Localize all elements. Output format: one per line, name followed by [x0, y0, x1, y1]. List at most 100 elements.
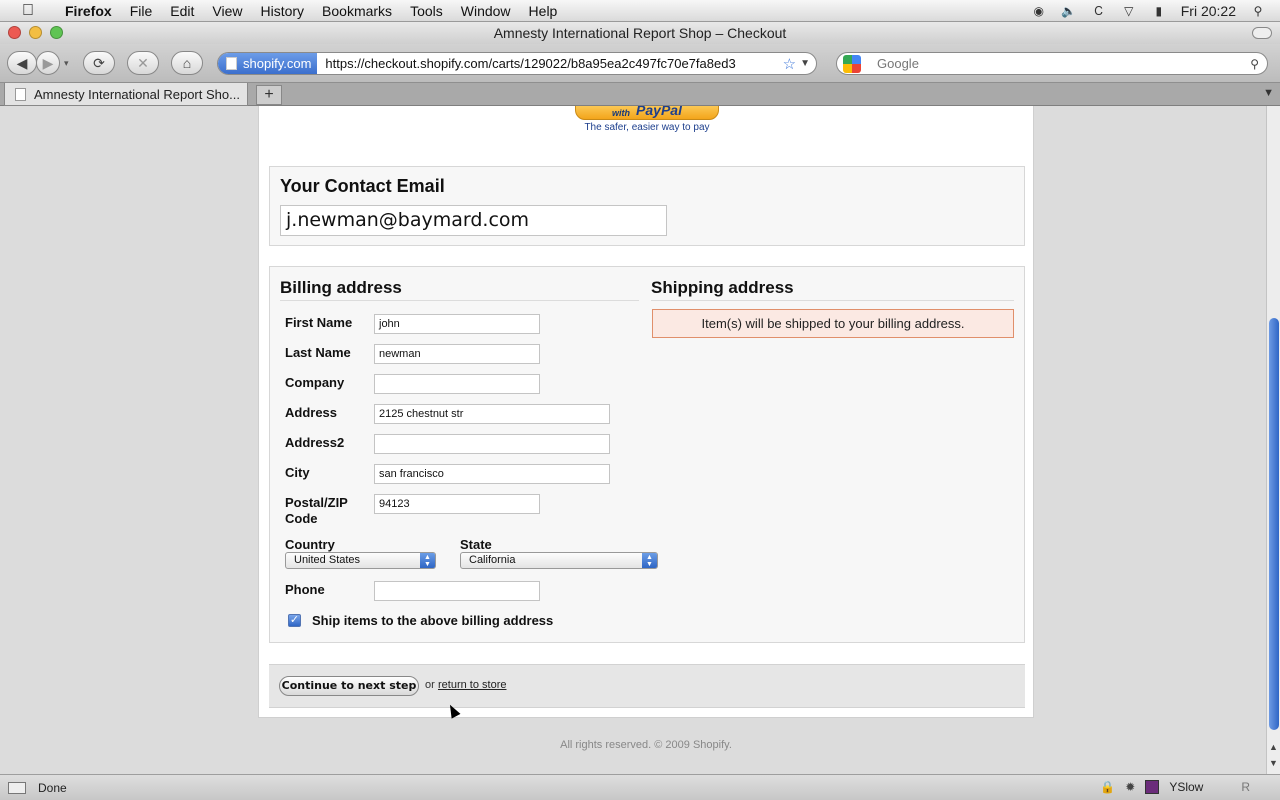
minimize-window-button[interactable]: [29, 26, 42, 39]
search-icon[interactable]: ⚲: [1250, 57, 1259, 71]
scroll-down-arrow-icon[interactable]: ▼: [1269, 758, 1278, 768]
email-field[interactable]: j.newman@baymard.com: [280, 205, 667, 236]
history-dropdown-icon[interactable]: ▾: [64, 58, 69, 69]
continue-button[interactable]: Continue to next step: [279, 676, 419, 696]
forward-button[interactable]: ▶: [36, 51, 60, 75]
address2-field[interactable]: [374, 434, 610, 454]
city-label: City: [285, 465, 310, 480]
zoom-window-button[interactable]: [50, 26, 63, 39]
first-name-field[interactable]: john: [374, 314, 540, 334]
status-text: Done: [38, 780, 67, 795]
menu-history[interactable]: History: [251, 3, 313, 19]
window-titlebar: Amnesty International Report Shop – Chec…: [0, 22, 1280, 44]
paypal-tagline: The safer, easier way to pay: [584, 122, 710, 133]
navigation-toolbar: ◀ ▶ ▾ ⟳ ✕ ⌂ shopify.com https://checkout…: [0, 44, 1280, 82]
paypal-logo: PayPal: [636, 106, 682, 118]
tab-list-icon[interactable]: ▼: [1263, 87, 1274, 99]
last-name-label: Last Name: [285, 345, 351, 360]
firebug-icon[interactable]: ✹: [1125, 780, 1135, 794]
country-select[interactable]: United States ▲ ▼: [285, 552, 436, 569]
ship-to-billing-checkbox[interactable]: ✓: [288, 614, 301, 627]
window-controls: [8, 26, 63, 39]
menu-edit[interactable]: Edit: [161, 3, 203, 19]
menu-view[interactable]: View: [203, 3, 251, 19]
reload-button[interactable]: ⟳: [83, 51, 115, 75]
contact-email-panel: Your Contact Email j.newman@baymard.com: [269, 166, 1025, 246]
select-arrows-icon: ▲ ▼: [642, 553, 657, 568]
stop-icon: ✕: [137, 54, 149, 71]
company-field[interactable]: [374, 374, 540, 394]
zip-label-line2: Code: [285, 511, 318, 526]
reload-icon: ⟳: [93, 54, 105, 71]
menubar-tray: ◉ 🔈 Ꮯ ▽ ▮ Fri 20:22 ⚲: [1031, 0, 1280, 22]
status-page-icon: [8, 781, 26, 794]
home-button[interactable]: ⌂: [171, 51, 203, 75]
last-name-field[interactable]: newman: [374, 344, 540, 364]
webcam-icon[interactable]: ◉: [1031, 4, 1047, 18]
phone-field[interactable]: [374, 581, 540, 601]
vertical-scrollbar[interactable]: ▲ ▼: [1266, 106, 1280, 774]
menu-help[interactable]: Help: [520, 3, 567, 19]
toolbar-toggle-button[interactable]: [1252, 27, 1272, 39]
lock-icon[interactable]: 🔒: [1100, 780, 1115, 794]
country-label: Country: [285, 537, 335, 552]
tab-checkout[interactable]: Amnesty International Report Sho...: [4, 83, 248, 106]
url-dropdown-icon[interactable]: ▼: [800, 58, 816, 69]
menu-app-firefox[interactable]: Firefox: [56, 3, 121, 19]
yslow-label[interactable]: YSlow: [1169, 780, 1203, 794]
billing-address-heading: Billing address: [280, 278, 639, 301]
spotlight-search-icon[interactable]: ⚲: [1250, 4, 1266, 18]
menu-bookmarks[interactable]: Bookmarks: [313, 3, 401, 19]
google-engine-icon[interactable]: [843, 54, 861, 73]
return-to-store-link[interactable]: return to store: [438, 679, 506, 691]
mac-menubar:  Firefox File Edit View History Bookmar…: [0, 0, 1280, 22]
site-identity-button[interactable]: shopify.com: [218, 53, 318, 74]
bookmark-star-icon[interactable]: ☆: [779, 55, 800, 73]
scroll-up-arrow-icon[interactable]: ▲: [1269, 742, 1278, 752]
state-label: State: [460, 537, 492, 552]
shipping-address-heading: Shipping address: [651, 278, 1014, 301]
zip-field[interactable]: 94123: [374, 494, 540, 514]
address-panel: Billing address Shipping address Item(s)…: [269, 266, 1025, 643]
url-text[interactable]: https://checkout.shopify.com/carts/12902…: [317, 56, 778, 71]
checkout-actions: Continue to next step or return to store: [269, 664, 1025, 708]
ship-to-billing-label[interactable]: Ship items to the above billing address: [312, 613, 553, 628]
menu-tools[interactable]: Tools: [401, 3, 452, 19]
status-addons: 🔒 ✹ YSlow R: [1100, 780, 1250, 794]
status-bar: Done 🔒 ✹ YSlow R: [0, 774, 1280, 800]
yslow-icon[interactable]: [1145, 780, 1160, 794]
menu-window[interactable]: Window: [452, 3, 520, 19]
url-bar[interactable]: shopify.com https://checkout.shopify.com…: [217, 52, 817, 75]
wifi-icon[interactable]: ▽: [1121, 4, 1137, 18]
contact-email-heading: Your Contact Email: [280, 176, 445, 196]
page-icon: [226, 57, 237, 70]
address2-label: Address2: [285, 435, 345, 450]
bluetooth-icon[interactable]: Ꮯ: [1091, 4, 1107, 18]
checkout-page: with PayPal The safer, easier way to pay…: [258, 106, 1034, 718]
menubar-clock[interactable]: Fri 20:22: [1181, 3, 1236, 19]
new-tab-button[interactable]: +: [256, 85, 282, 105]
tab-bar: Amnesty International Report Sho... + ▼: [0, 82, 1280, 106]
scrollbar-thumb[interactable]: [1269, 318, 1279, 730]
address-field[interactable]: 2125 chestnut str: [374, 404, 610, 424]
first-name-label: First Name: [285, 315, 353, 330]
status-r-label: R: [1241, 780, 1250, 794]
search-input[interactable]: Google: [877, 56, 1250, 71]
back-button[interactable]: ◀: [7, 51, 37, 75]
page-viewport: with PayPal The safer, easier way to pay…: [0, 106, 1266, 774]
paypal-checkout-button[interactable]: with PayPal: [575, 106, 719, 120]
window-title: Amnesty International Report Shop – Chec…: [493, 25, 787, 41]
menu-file[interactable]: File: [121, 3, 162, 19]
address-label: Address: [285, 405, 338, 420]
volume-icon[interactable]: 🔈: [1061, 4, 1077, 18]
city-field[interactable]: san francisco: [374, 464, 610, 484]
close-window-button[interactable]: [8, 26, 21, 39]
or-text: or: [425, 679, 435, 691]
stop-button[interactable]: ✕: [127, 51, 159, 75]
state-select[interactable]: California ▲ ▼: [460, 552, 658, 569]
tab-label: Amnesty International Report Sho...: [34, 86, 240, 102]
search-bar[interactable]: Google ⚲: [836, 52, 1268, 75]
state-value: California: [469, 554, 516, 566]
battery-icon[interactable]: ▮: [1151, 4, 1167, 18]
apple-menu-icon[interactable]: : [0, 2, 56, 20]
